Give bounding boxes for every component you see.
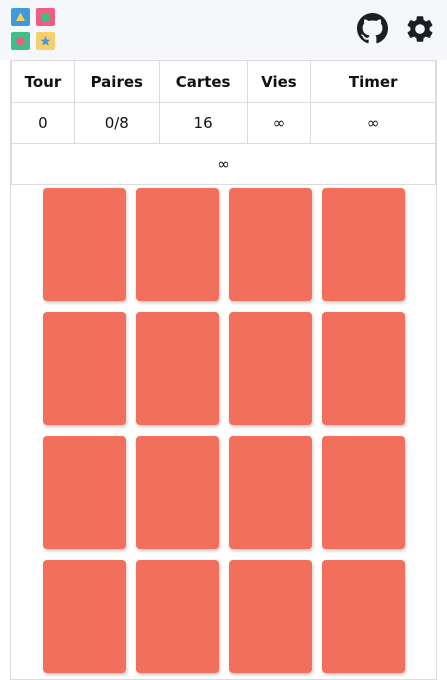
stat-header-paires: Paires	[73, 60, 160, 103]
memory-card[interactable]	[229, 312, 312, 425]
github-icon[interactable]	[357, 13, 388, 44]
memory-card[interactable]	[136, 188, 219, 301]
memory-game-logo[interactable]	[11, 8, 57, 50]
stat-value-paires: 0/8	[73, 102, 160, 144]
memory-card[interactable]	[136, 312, 219, 425]
stat-extra-value: ∞	[11, 143, 436, 185]
memory-card[interactable]	[43, 312, 126, 425]
stat-value-timer: ∞	[310, 102, 436, 144]
memory-card[interactable]	[322, 560, 405, 673]
stat-value-cartes: 16	[158, 102, 248, 144]
stats-table: Tour Paires Cartes Vies Timer 0 0/8 16 ∞…	[11, 60, 436, 185]
memory-card[interactable]	[322, 436, 405, 549]
memory-card[interactable]	[229, 436, 312, 549]
memory-card[interactable]	[229, 188, 312, 301]
memory-card[interactable]	[322, 312, 405, 425]
stat-header-cartes: Cartes	[158, 60, 248, 103]
memory-card[interactable]	[136, 436, 219, 549]
stats-values-row: 0 0/8 16 ∞ ∞	[11, 102, 436, 144]
card-grid	[43, 188, 405, 673]
stats-header-row: Tour Paires Cartes Vies Timer	[11, 60, 436, 103]
logo-tile-square	[36, 8, 55, 26]
memory-card[interactable]	[43, 560, 126, 673]
stats-extra-row: ∞	[11, 143, 436, 185]
memory-card[interactable]	[136, 560, 219, 673]
stat-value-vies: ∞	[246, 102, 312, 144]
memory-card[interactable]	[322, 188, 405, 301]
stat-header-timer: Timer	[310, 60, 436, 103]
logo-tile-triangle	[11, 8, 30, 26]
stat-header-tour: Tour	[11, 60, 75, 103]
memory-card[interactable]	[229, 560, 312, 673]
stat-value-tour: 0	[11, 102, 75, 144]
top-bar	[0, 0, 447, 60]
logo-tile-circle	[11, 32, 30, 50]
memory-card[interactable]	[43, 436, 126, 549]
logo-tile-star	[36, 32, 55, 50]
stat-header-vies: Vies	[246, 60, 312, 103]
gear-icon[interactable]	[404, 13, 436, 45]
memory-card[interactable]	[43, 188, 126, 301]
game-board: Tour Paires Cartes Vies Timer 0 0/8 16 ∞…	[10, 60, 437, 680]
